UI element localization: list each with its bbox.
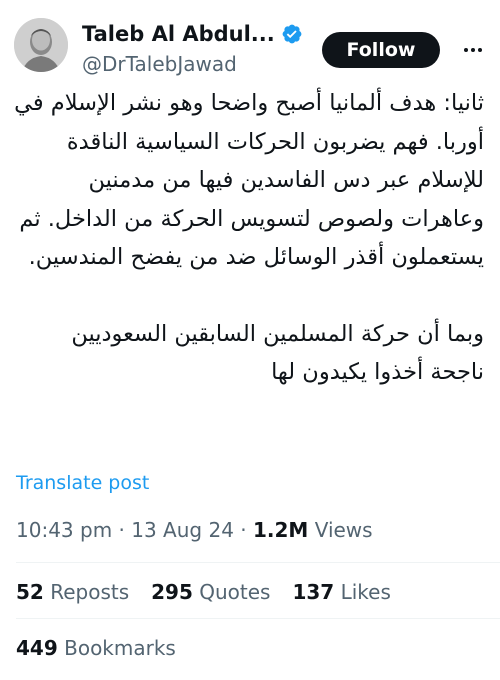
likes-label: Likes bbox=[340, 580, 391, 604]
avatar[interactable] bbox=[14, 18, 68, 72]
meta-separator: · bbox=[240, 518, 253, 542]
likes-count: 137 bbox=[292, 580, 335, 604]
quotes-count: 295 bbox=[151, 580, 193, 604]
meta-separator: · bbox=[118, 518, 132, 542]
likes-stat[interactable]: 137 Likes bbox=[292, 580, 390, 604]
author-handle[interactable]: @DrTalebJawad bbox=[82, 52, 237, 76]
reposts-count: 52 bbox=[16, 580, 44, 604]
more-options-icon[interactable] bbox=[458, 36, 488, 64]
divider bbox=[16, 562, 500, 563]
views-label: Views bbox=[314, 518, 373, 542]
reposts-stat[interactable]: 52 Reposts bbox=[16, 580, 129, 604]
tweet-time[interactable]: 10:43 pm bbox=[16, 518, 112, 542]
tweet-meta: 10:43 pm · 13 Aug 24 · 1.2M Views bbox=[16, 518, 373, 542]
tweet-date[interactable]: 13 Aug 24 bbox=[131, 518, 234, 542]
verified-badge-icon bbox=[281, 23, 303, 45]
divider bbox=[16, 618, 500, 619]
reposts-label: Reposts bbox=[50, 580, 130, 604]
tweet-header: Taleb Al Abdul... @DrTalebJawad Follow bbox=[0, 0, 500, 90]
author-name-row: Taleb Al Abdul... bbox=[82, 22, 303, 46]
quotes-stat[interactable]: 295 Quotes bbox=[151, 580, 270, 604]
views-count: 1.2M bbox=[253, 518, 309, 542]
bookmarks-stat[interactable]: 449 Bookmarks bbox=[16, 636, 176, 660]
bookmarks-count: 449 bbox=[16, 636, 58, 660]
bookmarks-label: Bookmarks bbox=[64, 636, 176, 660]
quotes-label: Quotes bbox=[199, 580, 271, 604]
tweet-paragraph: وبما أن حركة المسلمين السابقين السعوديين… bbox=[71, 320, 484, 386]
tweet-text: ثانيا: هدف ألمانيا أصبح واضحا وهو نشر ال… bbox=[14, 84, 484, 392]
translate-post-link[interactable]: Translate post bbox=[16, 472, 149, 494]
tweet-paragraph: ثانيا: هدف ألمانيا أصبح واضحا وهو نشر ال… bbox=[14, 90, 484, 270]
avatar-image bbox=[14, 18, 68, 72]
follow-button[interactable]: Follow bbox=[322, 32, 440, 68]
engagement-stats: 52 Reposts 295 Quotes 137 Likes bbox=[16, 580, 391, 604]
author-display-name[interactable]: Taleb Al Abdul... bbox=[82, 22, 275, 46]
